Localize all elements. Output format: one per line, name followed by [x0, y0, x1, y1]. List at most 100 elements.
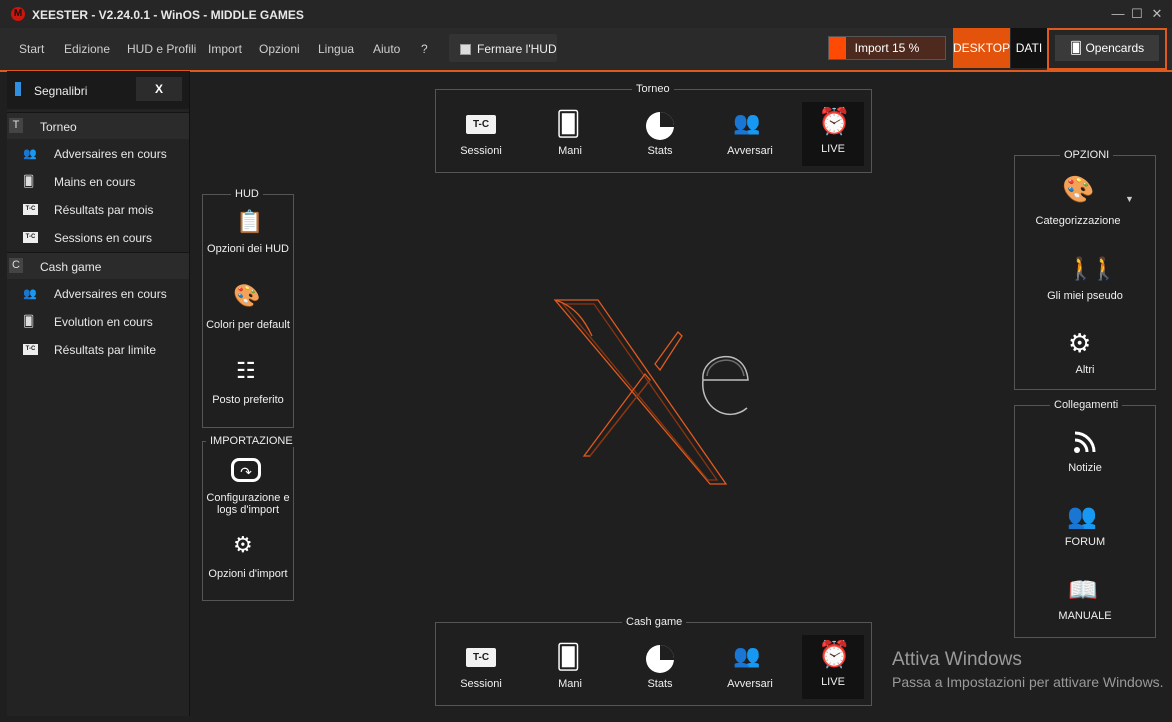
menu-aiuto[interactable]: Aiuto [373, 42, 400, 56]
opzioni-group: OPZIONI 🎨 Categorizzazione ▼ 🚶🚶 Gli miei… [1014, 149, 1156, 390]
clipboard-icon: 📋 [236, 209, 264, 234]
forum-icon: 👥 [1067, 503, 1097, 530]
cash-game-title: Cash game [622, 616, 687, 628]
menu-opzioni[interactable]: Opzioni [259, 42, 300, 56]
tc-icon: T-C [466, 648, 496, 667]
sidebar-item-label: Sessions en cours [54, 231, 153, 245]
tile-label: LIVE [821, 143, 845, 155]
cash-sessioni-button[interactable]: T-C Sessioni [450, 635, 512, 699]
menu-edizione[interactable]: Edizione [64, 42, 110, 56]
tile-label: Sessioni [460, 678, 502, 690]
palette-icon: 🎨 [1062, 174, 1095, 204]
tile-label: Mani [558, 678, 582, 690]
tile-label: Categorizzazione [1035, 215, 1121, 227]
book-icon: 📖 [1068, 577, 1098, 604]
activate-windows-title: Attiva Windows [892, 649, 1022, 670]
stop-hud-toggle[interactable]: Fermare l'HUD [449, 34, 557, 62]
import-progress-bar: Import 15 % [828, 36, 946, 60]
tile-label: Gli miei pseudo [1047, 290, 1123, 302]
import-icon: ↷ [231, 458, 261, 482]
sidebar-item-resultats-limite[interactable]: T-C Résultats par limite [7, 335, 189, 363]
sidebar-item-sessions[interactable]: T-C Sessions en cours [7, 223, 189, 251]
maximize-icon[interactable]: ☐ [1130, 7, 1144, 21]
palette-icon: 🎨 [233, 283, 261, 308]
torneo-mani-button[interactable]: 🂠 Mani [539, 102, 601, 166]
users-icon: 👥 [23, 288, 37, 300]
people-icon: 🚶🚶 [1067, 256, 1118, 281]
torneo-group: Torneo T-C Sessioni 🂠 Mani Stats 👥 Avver… [435, 83, 872, 173]
close-icon[interactable]: ✕ [1150, 7, 1164, 21]
tile-label: Opzioni dei HUD [207, 243, 289, 255]
sidebar-item-resultats-mois[interactable]: T-C Résultats par mois [7, 195, 189, 223]
sidebar-item-mains[interactable]: 🂠 Mains en cours [7, 167, 189, 195]
tile-label: Sessioni [460, 145, 502, 157]
menu-start[interactable]: Start [19, 42, 44, 56]
torneo-avversari-button[interactable]: 👥 Avversari [719, 102, 781, 166]
dati-button[interactable]: DATI [1011, 28, 1047, 68]
hud-options-button[interactable]: 📋 Opzioni dei HUD [203, 207, 293, 273]
alarm-clock-icon: ⏰ [818, 639, 851, 669]
hud-title: HUD [231, 188, 263, 200]
activate-windows-subtitle: Passa a Impostazioni per attivare Window… [892, 674, 1164, 690]
forum-button[interactable]: 👥 FORUM [1015, 502, 1155, 550]
section-badge: C [9, 258, 23, 273]
sidebar-item-adversaires-torneo[interactable]: 👥 Adversaires en cours [7, 139, 189, 167]
notizie-button[interactable]: Notizie [1015, 428, 1155, 476]
collegamenti-group: Collegamenti Notizie 👥 FORUM 📖 MANUALE [1014, 399, 1156, 638]
app-logo-icon: M [11, 7, 25, 21]
users-icon: 👥 [733, 110, 761, 135]
sidebar-item-label: Adversaires en cours [54, 147, 167, 161]
cash-live-button[interactable]: ⏰ LIVE [802, 635, 864, 699]
menu-lingua[interactable]: Lingua [318, 42, 354, 56]
stop-hud-checkbox[interactable] [460, 44, 471, 55]
tile-label: Avversari [727, 678, 773, 690]
minimize-icon[interactable]: — [1111, 7, 1125, 21]
sidebar-item-evolution[interactable]: 🂠 Evolution en cours [7, 307, 189, 335]
tile-label: Posto preferito [212, 394, 284, 406]
cash-game-group: Cash game T-C Sessioni 🂠 Mani Stats 👥 Av… [435, 616, 872, 706]
tile-label: FORUM [1064, 536, 1106, 548]
default-colors-button[interactable]: 🎨 Colori per default [203, 283, 293, 349]
cash-stats-button[interactable]: Stats [629, 635, 691, 699]
close-sidebar-button[interactable]: X [136, 77, 182, 101]
tile-label: Avversari [727, 145, 773, 157]
torneo-sessioni-button[interactable]: T-C Sessioni [450, 102, 512, 166]
section-cash-game[interactable]: C Cash game [7, 252, 189, 279]
manuale-button[interactable]: 📖 MANUALE [1015, 576, 1155, 624]
bookmarks-title: Segnalibri [34, 84, 88, 98]
torneo-stats-button[interactable]: Stats [629, 102, 691, 166]
sidebar-item-label: Evolution en cours [54, 315, 153, 329]
preferred-seat-button[interactable]: ☷ Posto preferito [203, 358, 293, 424]
tile-label: Configurazione e logs d'import [206, 492, 290, 516]
bookmarks-header: Segnalibri X [7, 71, 189, 109]
menu-hud-profili[interactable]: HUD e Profili [127, 42, 196, 56]
bookmark-icon [15, 82, 21, 96]
import-options-button[interactable]: ⚙ Opzioni d'import [203, 532, 293, 598]
menu-help[interactable]: ? [421, 42, 428, 56]
import-progress-label: Import 15 % [854, 41, 920, 55]
my-pseudo-button[interactable]: 🚶🚶 Gli miei pseudo [1015, 254, 1155, 306]
menu-bar: Start Edizione HUD e Profili Import Opzi… [0, 28, 1172, 72]
chevron-down-icon[interactable]: ▼ [1125, 194, 1134, 204]
tile-label: Opzioni d'import [208, 568, 288, 580]
menu-import[interactable]: Import [208, 42, 242, 56]
cash-mani-button[interactable]: 🂠 Mani [539, 635, 601, 699]
torneo-live-button[interactable]: ⏰ LIVE [802, 102, 864, 166]
desktop-button[interactable]: DESKTOP [953, 28, 1010, 68]
section-badge: T [9, 118, 23, 133]
sidebar-item-adversaires-cash[interactable]: 👥 Adversaires en cours [7, 279, 189, 307]
cards-icon: 🂠 [23, 316, 35, 328]
cards-icon: 🂠 [556, 111, 581, 138]
import-config-button[interactable]: ↷ Configurazione e logs d'import [203, 456, 293, 524]
opencards-button[interactable]: 🂠 Opencards [1055, 35, 1159, 61]
categorizzazione-button[interactable]: 🎨 Categorizzazione [1015, 172, 1141, 232]
section-torneo[interactable]: T Torneo [7, 112, 189, 139]
pie-chart-icon [646, 112, 674, 140]
users-icon: 👥 [23, 148, 37, 160]
altri-button[interactable]: ⚙ Altri [1015, 328, 1155, 380]
cards-icon: 🂠 [23, 176, 35, 188]
sidebar-item-label: Résultats par limite [54, 343, 157, 357]
chair-icon: ☷ [236, 358, 256, 383]
tile-label: Stats [647, 678, 673, 690]
cash-avversari-button[interactable]: 👥 Avversari [719, 635, 781, 699]
